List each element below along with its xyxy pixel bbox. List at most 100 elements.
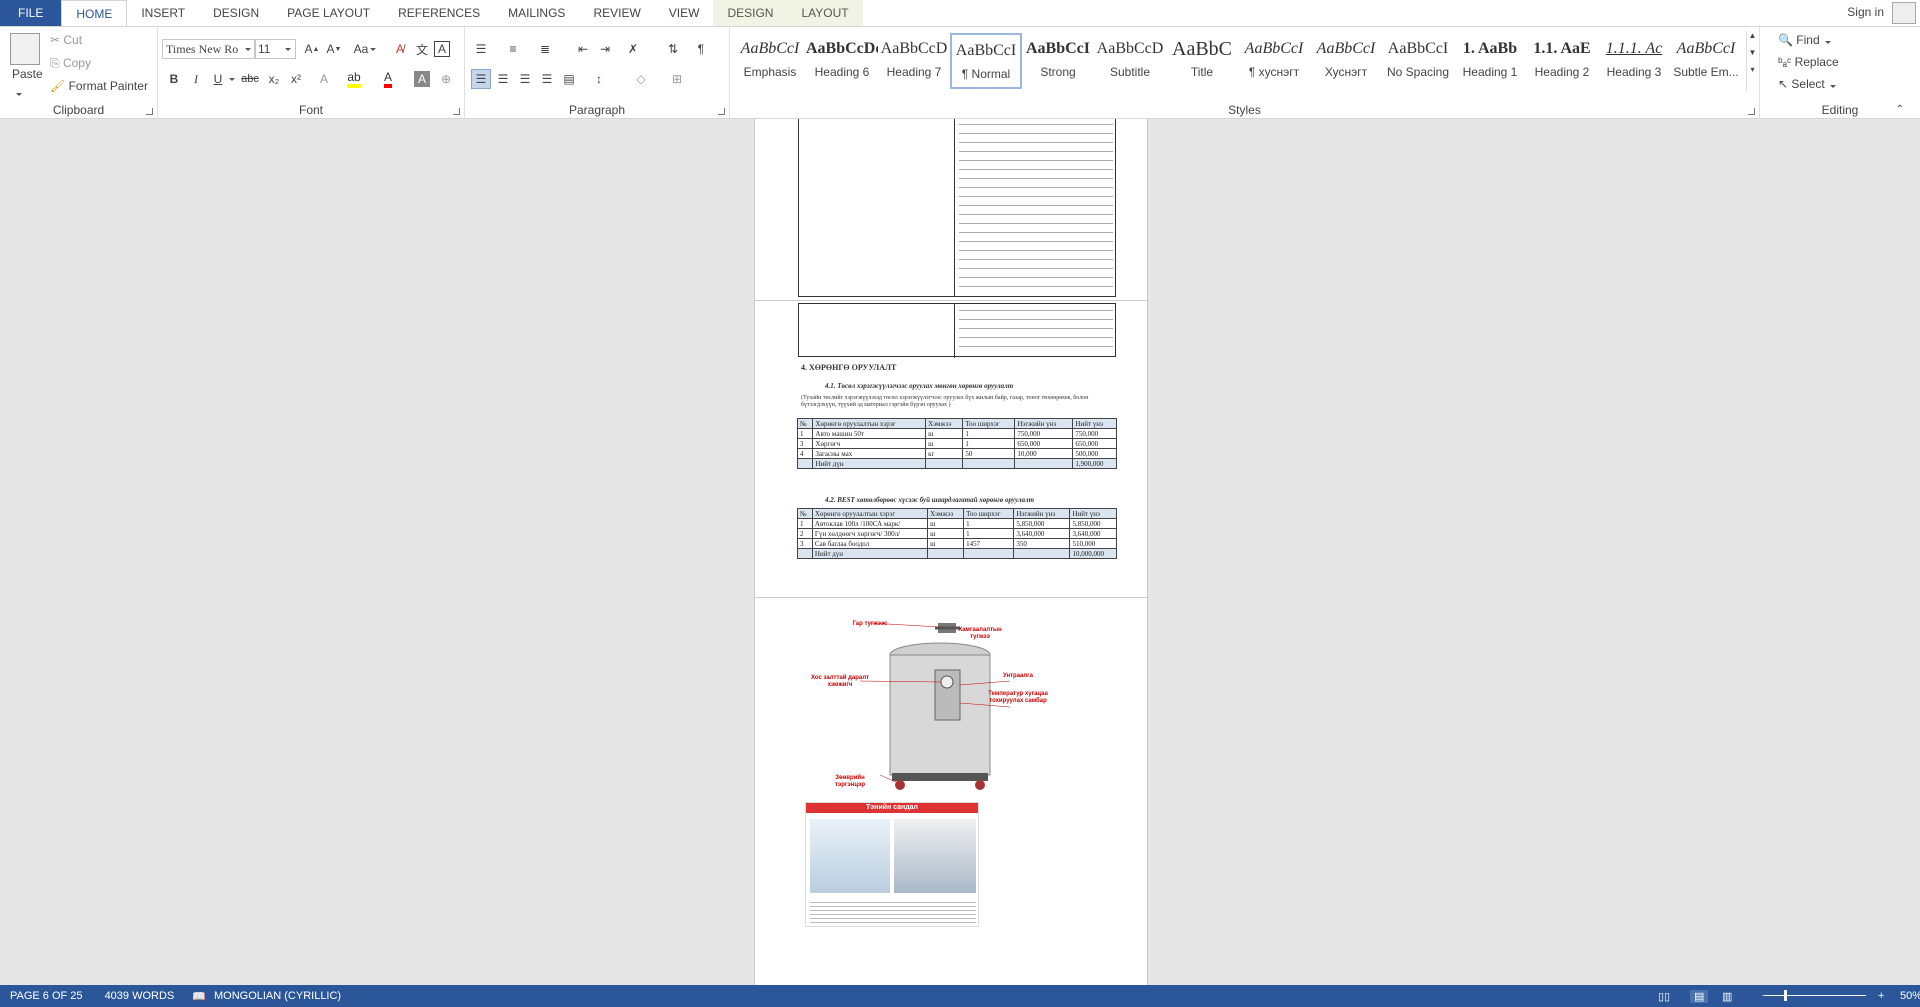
table-cell[interactable] [797,548,813,559]
table-cell[interactable]: 750,000 [1014,428,1074,439]
style-gallery-item[interactable]: AaBbCcI Emphasis [734,33,806,89]
font-launcher-icon[interactable] [453,108,460,115]
table-cell[interactable]: 3,640,000 [1069,528,1117,539]
paragraph-launcher-icon[interactable] [718,108,725,115]
paste-icon[interactable] [10,33,40,65]
font-size-combo[interactable]: 11 [254,39,296,59]
tab-table-layout[interactable]: LAYOUT [787,0,863,26]
table-cell[interactable]: 1 [797,518,813,529]
table-cell[interactable]: ш [925,428,964,439]
table-cell[interactable]: Авто машин 50т [812,428,927,439]
table-cell[interactable]: 1,900,000 [1072,458,1117,469]
table-cell[interactable]: 3 [797,538,813,549]
table-cell[interactable]: ш [927,538,965,549]
word-count[interactable]: 4039 WORDS [105,990,175,1002]
table-cell[interactable]: 1 [962,428,1016,439]
decrease-indent-icon[interactable]: ⇤ [573,39,593,59]
table-cell[interactable]: 5,850,000 [1069,518,1117,529]
replace-button[interactable]: ᵇₐᶜ Replace [1778,55,1839,69]
show-formatting-marks-icon[interactable]: ¶ [691,39,711,59]
collapse-ribbon-icon[interactable]: ⌃ [1896,104,1904,115]
table-cell[interactable]: 5,850,000 [1013,518,1071,529]
style-gallery-item[interactable]: AaBbCcI Subtle Em... [1670,33,1742,89]
style-gallery-item[interactable]: AaBbCcD Subtitle [1094,33,1166,89]
table-cell[interactable]: кг [925,448,964,459]
table-cell[interactable]: 1 [796,428,814,439]
table-cell[interactable]: 510,000 [1069,538,1117,549]
table-cell[interactable] [1013,548,1071,559]
styles-up-icon[interactable]: ▲ [1747,31,1758,40]
style-gallery-item[interactable]: 1.1. AaE Heading 2 [1526,33,1598,89]
shading-icon[interactable]: ◇ [631,69,651,89]
highlight-color-icon[interactable]: ab [344,69,364,89]
style-gallery-item[interactable]: AaBbCcD Heading 7 [878,33,950,89]
tab-insert[interactable]: INSERT [127,0,199,26]
paste-button[interactable]: Paste [12,67,43,81]
page-count[interactable]: PAGE 6 OF 25 [10,990,83,1002]
table-cell[interactable]: 2 [797,528,813,539]
styles-scroll[interactable]: ▲ ▼ ▾ [1746,31,1758,91]
find-button[interactable]: 🔍 Find [1778,33,1831,47]
font-name-combo[interactable]: Times New Ro [162,39,256,59]
tab-review[interactable]: REVIEW [579,0,654,26]
table-cell[interactable]: 650,000 [1014,438,1074,449]
clipboard-launcher-icon[interactable] [146,108,153,115]
text-effects-icon[interactable]: A [314,69,334,89]
table-cell[interactable]: ш [927,518,965,529]
table-cell[interactable]: Автоклав 100л /100СА марк/ [811,518,929,529]
table-cell[interactable]: 3 [796,438,814,449]
bold-button[interactable]: B [164,69,184,89]
align-left-icon[interactable]: ☰ [471,69,491,89]
style-gallery-item[interactable]: AaBbCcI ¶ Normal [950,33,1022,89]
table-cell[interactable]: 1 [963,518,1015,529]
shrink-font-icon[interactable]: A ▼ [324,39,344,59]
table-cell[interactable]: Хөргөгч [812,438,927,449]
sign-in-link[interactable]: Sign in [1847,5,1884,19]
table-cell[interactable] [962,458,1016,469]
table-cell[interactable] [925,458,964,469]
character-border-icon[interactable]: A [434,41,450,57]
align-center-icon[interactable]: ☰ [493,69,513,89]
font-color-icon[interactable]: A [378,69,398,89]
borders-icon[interactable]: ⊞ [667,69,687,89]
style-gallery-item[interactable]: AaBbCcI No Spacing [1382,33,1454,89]
tab-table-design[interactable]: DESIGN [713,0,788,26]
table-cell[interactable]: 750,000 [1072,428,1117,439]
justify-icon[interactable]: ☰ [537,69,557,89]
phonetic-guide-icon[interactable]: 文 [412,39,432,59]
table-cell[interactable] [1014,458,1074,469]
style-gallery-item[interactable]: 1. AaBb Heading 1 [1454,33,1526,89]
select-button[interactable]: ↖ Select [1778,77,1837,91]
styles-more-icon[interactable]: ▾ [1747,65,1758,74]
style-gallery-item[interactable]: AaBbCcDd Heading 6 [806,33,878,89]
table-cell[interactable]: Загасны мах [812,448,927,459]
format-painter-button[interactable]: 🖌 Format Painter [50,79,148,93]
superscript-button[interactable]: x² [286,69,306,89]
table-cell[interactable]: 500,000 [1072,448,1117,459]
underline-dropdown-icon[interactable] [226,69,236,89]
sort-icon[interactable]: ⇅ [663,39,683,59]
multilevel-list-icon[interactable]: ≣ [535,39,555,59]
line-spacing-icon[interactable]: ↕ [589,69,609,89]
table-cell[interactable] [927,548,965,559]
align-right-icon[interactable]: ☰ [515,69,535,89]
tab-file[interactable]: FILE [0,0,62,26]
table-cell[interactable]: 10,000,000 [1069,548,1117,559]
subscript-button[interactable]: x₂ [264,69,284,89]
zoom-in-icon[interactable]: + [1878,990,1884,1002]
table-cell[interactable]: Сав баглаа боодол [811,538,929,549]
proofing-icon[interactable]: 📖 [192,990,206,1003]
table-cell[interactable] [796,458,814,469]
table-cell[interactable]: 650,000 [1072,438,1117,449]
style-gallery-item[interactable]: 1.1.1. Ac Heading 3 [1598,33,1670,89]
copy-button[interactable]: ⎘ Copy [50,56,91,71]
strikethrough-button[interactable]: abc [240,69,260,89]
style-gallery-item[interactable]: AaBbCcI Хуснэгт [1310,33,1382,89]
italic-button[interactable]: I [186,69,206,89]
language-indicator[interactable]: MONGOLIAN (CYRILLIC) [214,990,341,1002]
tab-page-layout[interactable]: PAGE LAYOUT [273,0,384,26]
distributed-icon[interactable]: ▤ [559,69,579,89]
styles-launcher-icon[interactable] [1748,108,1755,115]
tab-view[interactable]: VIEW [655,0,714,26]
tab-references[interactable]: REFERENCES [384,0,494,26]
